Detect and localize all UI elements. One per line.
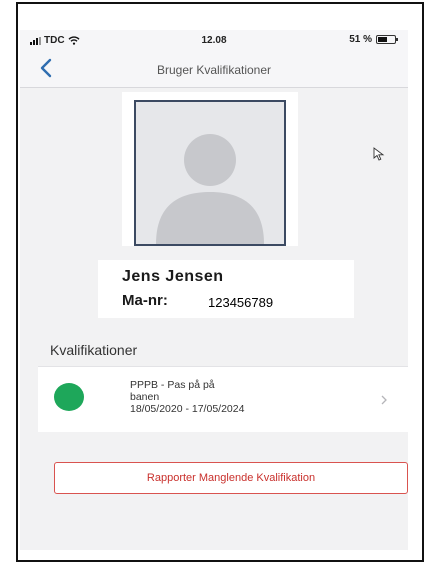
section-title-qualifications: Kvalifikationer	[50, 342, 138, 358]
qualification-validity: 18/05/2020 - 17/05/2024	[130, 403, 245, 415]
chevron-right-icon	[381, 395, 387, 405]
status-indicator-icon	[54, 383, 84, 411]
status-bar: TDC 12.08 51 %	[20, 30, 408, 50]
battery-percent: 51 %	[349, 34, 372, 45]
avatar	[134, 100, 286, 246]
qualification-title-line2: banen	[130, 391, 160, 403]
page-title: Bruger Kvalifikationer	[156, 63, 272, 77]
qualification-list-item[interactable]: PPPB - Pas på på banen 18/05/2020 - 17/0…	[38, 366, 408, 432]
qualification-details: PPPB - Pas på på banen 18/05/2020 - 17/0…	[130, 379, 280, 415]
battery-icon	[376, 35, 398, 44]
employee-number-label: Ma-nr:	[122, 292, 168, 309]
mouse-cursor-icon	[373, 147, 385, 161]
user-name: Jens Jensen	[122, 268, 224, 285]
battery-info: 51 %	[349, 34, 398, 45]
qualification-title-line1: PPPB - Pas på på	[130, 379, 215, 391]
employee-number-value: 123456789	[208, 295, 274, 310]
profile-info-card: Jens Jensen Ma-nr: 123456789	[98, 260, 354, 318]
profile-photo-card	[122, 92, 298, 246]
person-silhouette-icon	[156, 134, 264, 244]
report-missing-qualification-button[interactable]: Rapporter Manglende Kvalifikation	[54, 462, 408, 494]
phone-screen: TDC 12.08 51 % Bruger Kvalifikationer Je…	[20, 30, 408, 550]
navigation-bar: Bruger Kvalifikationer	[20, 50, 408, 88]
